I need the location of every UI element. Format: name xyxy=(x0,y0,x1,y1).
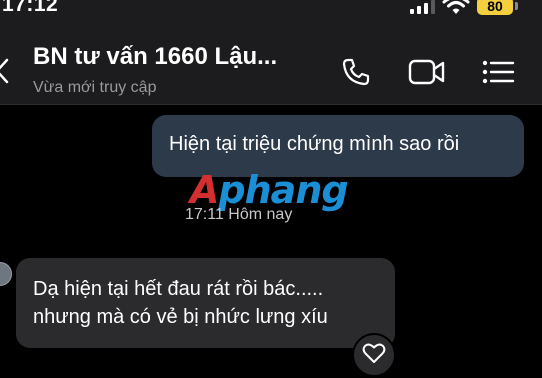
incoming-message-bubble[interactable]: Dạ hiện tại hết đau rát rồi bác..... như… xyxy=(16,258,395,348)
last-active-status: Vừa mới truy cập xyxy=(33,79,157,96)
video-camera-icon xyxy=(407,57,447,92)
incoming-message-line-2: nhưng mà có vẻ bị nhức lưng xíu xyxy=(33,306,328,328)
chat-header: 17:12 80 BN tư vấn 1660 Lậu... Vừa mới t… xyxy=(0,0,542,105)
wifi-icon xyxy=(442,0,470,20)
incoming-message-line-1: Dạ hiện tại hết đau rát rồi bác..... xyxy=(33,278,324,300)
avatar[interactable] xyxy=(0,262,12,286)
battery-tip xyxy=(515,2,518,10)
status-time: 17:12 xyxy=(2,0,59,16)
phone-icon xyxy=(340,56,372,93)
outgoing-message-text: Hiện tại triệu chứng mình sao rồi xyxy=(169,133,460,155)
voice-call-button[interactable] xyxy=(336,54,376,94)
video-call-button[interactable] xyxy=(402,54,452,94)
heart-icon xyxy=(362,342,386,369)
back-arrow-icon[interactable] xyxy=(0,58,10,89)
list-menu-icon xyxy=(481,59,515,90)
cellular-signal-icon xyxy=(410,0,435,14)
chat-screen: 17:12 80 BN tư vấn 1660 Lậu... Vừa mới t… xyxy=(0,0,542,378)
chat-title[interactable]: BN tư vấn 1660 Lậu... xyxy=(33,43,277,71)
menu-button[interactable] xyxy=(476,54,520,94)
message-timestamp: 17:11 Hôm nay xyxy=(185,206,293,223)
battery-indicator: 80 xyxy=(477,0,513,15)
react-heart-button[interactable] xyxy=(352,333,396,377)
